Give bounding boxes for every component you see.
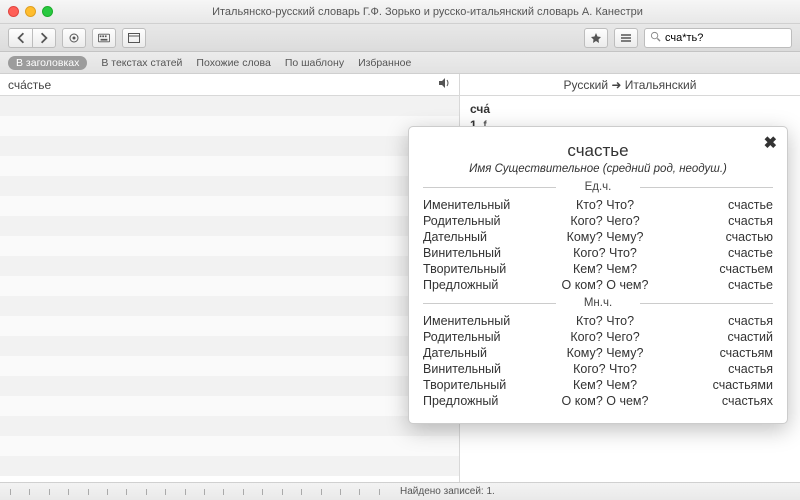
case-form: счастий [668,330,773,344]
case-question: Кому? Чему? [542,230,668,244]
case-question: Кого? Что? [542,362,668,376]
case-question: Кто? Что? [542,198,668,212]
popup-pos: Имя Существительное (средний род, неодуш… [423,163,773,175]
results-list [0,96,459,482]
popup-word: счастье [423,141,773,161]
zoom-slider[interactable] [0,489,390,495]
filter-text[interactable]: В текстах статей [101,57,182,69]
star-button[interactable] [584,28,608,48]
filter-similar[interactable]: Похожие слова [196,57,270,69]
case-row: ДательныйКому? Чему?счастьям [423,345,773,361]
search-field[interactable] [644,28,792,48]
case-name: Винительный [423,246,542,260]
case-question: Кого? Чего? [542,330,668,344]
list-item [0,96,459,116]
case-name: Родительный [423,330,542,344]
case-row: ТворительныйКем? Чем?счастьем [423,261,773,277]
case-row: РодительныйКого? Чего?счастий [423,329,773,345]
case-name: Предложный [423,278,542,292]
case-row: ПредложныйО ком? О чем?счастьях [423,393,773,409]
case-name: Дательный [423,230,542,244]
entry-panel: сча́ 1. f 2. ( ▶п ▶п ▶п 3. с ▶~ ▶~ ▶~ ▶к… [460,96,800,482]
case-row: ИменительныйКто? Что?счастье [423,197,773,213]
close-icon[interactable]: ✖ [764,133,777,153]
view-button[interactable] [122,28,146,48]
case-question: Кого? Чего? [542,214,668,228]
case-form: счастьями [668,378,773,392]
nav-back-button[interactable] [8,28,32,48]
case-name: Именительный [423,198,542,212]
case-form: счастью [668,230,773,244]
case-name: Именительный [423,314,542,328]
case-question: Кем? Чем? [542,378,668,392]
home-button[interactable] [62,28,86,48]
case-form: счастьем [668,262,773,276]
case-name: Творительный [423,262,542,276]
dictionary-direction: Русский ➜ Итальянский [460,74,800,96]
case-form: счастье [668,246,773,260]
speaker-icon[interactable] [437,76,451,93]
case-question: О ком? О чем? [542,394,668,408]
window-zoom[interactable] [42,6,53,17]
case-form: счастьях [668,394,773,408]
search-input[interactable] [665,32,800,44]
case-row: ВинительныйКого? Что?счастья [423,361,773,377]
case-question: Кто? Что? [542,314,668,328]
filter-pattern[interactable]: По шаблону [285,57,344,69]
case-name: Дательный [423,346,542,360]
case-row: ПредложныйО ком? О чем?счастье [423,277,773,293]
keyboard-button[interactable] [92,28,116,48]
case-name: Винительный [423,362,542,376]
status-text: Найдено записей: 1. [390,486,495,497]
case-name: Творительный [423,378,542,392]
entry-headword: сча́ [470,102,490,116]
case-question: Кого? Что? [542,246,668,260]
case-row: ВинительныйКого? Что?счастье [423,245,773,261]
case-question: Кем? Чем? [542,262,668,276]
case-name: Предложный [423,394,542,408]
popup-section-pl: Мн.ч. [423,297,773,309]
list-button[interactable] [614,28,638,48]
case-row: РодительныйКого? Чего?счастья [423,213,773,229]
case-question: Кому? Чему? [542,346,668,360]
case-form: счастья [668,362,773,376]
nav-forward-button[interactable] [32,28,56,48]
case-name: Родительный [423,214,542,228]
case-row: ИменительныйКто? Что?счастья [423,313,773,329]
case-row: ДательныйКому? Чему?счастью [423,229,773,245]
case-form: счастье [668,198,773,212]
case-question: О ком? О чем? [542,278,668,292]
window-title: Итальянско-русский словарь Г.Ф. Зорько и… [63,6,792,18]
case-form: счастьям [668,346,773,360]
filter-headwords[interactable]: В заголовках [8,56,87,70]
popup-section-sg: Ед.ч. [423,181,773,193]
case-form: счастья [668,214,773,228]
search-icon [650,29,661,47]
inflection-popup: ✖ счастье Имя Существительное (средний р… [408,126,788,424]
case-form: счастья [668,314,773,328]
result-headword[interactable]: сча́стье [8,78,51,92]
filter-favorites[interactable]: Избранное [358,57,411,69]
case-row: ТворительныйКем? Чем?счастьями [423,377,773,393]
window-minimize[interactable] [25,6,36,17]
case-form: счастье [668,278,773,292]
window-close[interactable] [8,6,19,17]
